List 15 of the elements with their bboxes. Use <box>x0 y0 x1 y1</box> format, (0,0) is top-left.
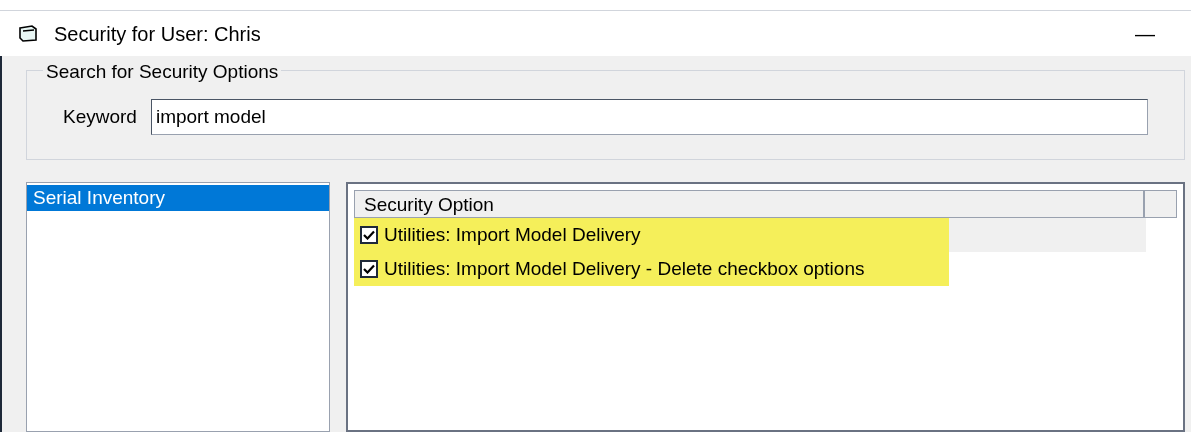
check-icon <box>363 264 375 274</box>
keyword-label: Keyword <box>63 105 137 129</box>
option-label: Utilities: Import Model Delivery - Delete checkbox options <box>384 256 865 281</box>
window-title: Security for User: Chris <box>54 21 261 47</box>
column-header[interactable]: Security Option <box>354 190 1144 218</box>
option-label: Utilities: Import Model Delivery <box>384 222 641 247</box>
window-icon <box>18 23 40 44</box>
check-icon <box>363 230 375 240</box>
category-item[interactable]: Serial Inventory <box>27 185 329 211</box>
checkbox[interactable] <box>360 260 378 278</box>
keyword-field[interactable]: import model <box>150 99 1148 135</box>
checkbox[interactable] <box>360 226 378 244</box>
column-header-filler <box>1144 190 1177 218</box>
minimize-button[interactable]: — <box>1135 18 1155 49</box>
option-row[interactable]: Utilities: Import Model Delivery <box>354 218 1146 252</box>
